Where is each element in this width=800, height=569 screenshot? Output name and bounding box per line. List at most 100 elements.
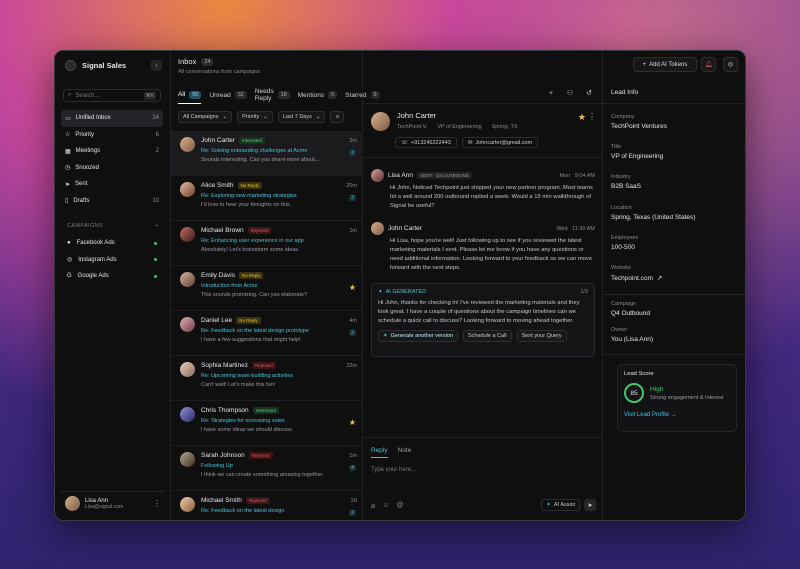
website-link[interactable]: Techpoint.com xyxy=(611,275,653,282)
clock-icon: ◷ xyxy=(65,165,71,172)
list-item[interactable]: Emily Davis No Reply Introduction from Acm… xyxy=(171,266,363,311)
sidebar-item-unified-inbox[interactable]: ▭ Unified Inbox 24 xyxy=(61,110,163,127)
inbox-title: Inbox xyxy=(178,57,197,66)
status-badge: Rejected xyxy=(245,497,270,504)
unread-count: 2 xyxy=(348,330,356,336)
ai-assist-button[interactable]: ✦ AI Assist xyxy=(541,499,580,511)
message-body: Hi Lisa, hope you're well! Just followin… xyxy=(390,238,593,271)
avatar xyxy=(371,169,384,182)
status-badge: No Reply xyxy=(237,182,263,189)
camera-icon[interactable]: ◎ xyxy=(723,57,738,72)
sidebar-item-priority[interactable]: ☆ Priority 6 xyxy=(61,127,163,144)
add-ai-tokens-button[interactable]: + Add AI Tokens xyxy=(633,57,697,72)
filter-icon[interactable]: ≡ xyxy=(330,111,345,123)
tab-needs-reply[interactable]: Needs Reply 18 xyxy=(255,88,290,106)
composer-tabs: Reply Note xyxy=(371,447,411,458)
phone-chip[interactable]: ☏ +913245222443 xyxy=(395,137,457,148)
list-item[interactable]: Michael Brown Rejected 1m Re: Enhancing use… xyxy=(171,221,363,266)
arrow-right-icon: → xyxy=(670,412,677,418)
user-email: Lisa@signal.com xyxy=(85,503,124,510)
date-range-filter[interactable]: Last 7 Days ⌄ xyxy=(277,111,326,123)
sidebar-item-sent[interactable]: ➤ Sent xyxy=(61,176,163,193)
lead-field-location: Location Spring, Texas (United States) xyxy=(611,205,696,221)
inbox-subtitle: All conversations from campaigns xyxy=(178,69,261,75)
mention-icon[interactable]: @ xyxy=(396,502,403,510)
search-input[interactable]: ⌕ Search... ⌘K xyxy=(63,89,161,102)
tab-reply[interactable]: Reply xyxy=(371,447,388,458)
calendar-icon: ▦ xyxy=(65,148,71,155)
notification-icon[interactable]: 🔔︎ xyxy=(701,57,716,72)
add-icon[interactable]: + xyxy=(546,88,556,98)
brand[interactable]: Signal Sales xyxy=(65,60,126,71)
sidebar: Signal Sales ‹ ⌕ Search... ⌘K ▭ Unified Inb… xyxy=(55,51,171,520)
send-icon: ➤ xyxy=(65,181,71,188)
emoji-icon[interactable]: ☺ xyxy=(382,502,389,510)
star-icon[interactable]: ★ xyxy=(578,112,586,123)
ai-suggestion-card: ✦ AI GENERATED 1/3 Hi John, thanks for che… xyxy=(371,283,595,357)
list-item[interactable]: Sarah Johnson Rejected 1m Following Up I thi… xyxy=(171,446,363,491)
list-item[interactable]: Chris Thompson Interested Re: Strategies f… xyxy=(171,401,363,446)
priority-filter[interactable]: Priority ⌄ xyxy=(237,111,273,123)
star-icon[interactable]: ★ xyxy=(349,418,356,427)
campaign-facebook-ads[interactable]: ● Facebook Ads xyxy=(63,235,161,252)
avatar xyxy=(180,137,195,152)
email-chip[interactable]: ✉ Johncarter@gmail.com xyxy=(461,137,539,148)
reply-input[interactable]: Type your here... xyxy=(371,467,416,473)
inbox-tabs: All 56 Unread 32 Needs Reply 18 Mentions 5 S… xyxy=(178,88,380,106)
lead-score-title: Lead Score xyxy=(624,371,654,377)
visit-lead-profile-link[interactable]: Visit Lead Profile → xyxy=(624,412,730,418)
add-campaign-icon[interactable]: + xyxy=(155,223,159,229)
user-profile[interactable]: Lisa Ann Lisa@signal.com ⋮ xyxy=(61,491,165,515)
lead-field-employees: Employees 100-500 xyxy=(611,235,639,251)
instagram-icon: ◎ xyxy=(67,257,73,264)
active-dot xyxy=(154,274,157,278)
unread-count: 2 xyxy=(348,510,356,516)
sidebar-item-meetings[interactable]: ▦ Meetings 2 xyxy=(61,143,163,160)
more-icon[interactable]: ⋮ xyxy=(588,112,596,121)
star-icon[interactable]: ★ xyxy=(349,283,356,292)
sidebar-item-snoozed[interactable]: ◷ Snoozed xyxy=(61,160,163,177)
tab-all[interactable]: All 56 xyxy=(178,90,202,104)
list-item[interactable]: John Carter Interested 2m Re: Solving onboa… xyxy=(171,131,363,176)
list-item[interactable]: Michael Smith Rejected 2d Re: Feedback on t… xyxy=(171,491,363,520)
campaign-filter[interactable]: All Campaigns ⌄ xyxy=(178,111,233,123)
attach-icon[interactable]: ⌀ xyxy=(371,502,375,510)
facebook-icon: ● xyxy=(67,240,71,247)
history-icon[interactable]: ↺ xyxy=(584,88,594,98)
assign-user-icon[interactable]: ⚇ xyxy=(565,88,575,98)
lead-field-website: Website Techpoint.com ↗ xyxy=(611,265,663,282)
avatar xyxy=(180,452,195,467)
send-query-button[interactable]: Sent your Query xyxy=(516,330,567,342)
lead-info-panel: + Add AI Tokens 🔔︎ ◎ Lead Info Company Tec… xyxy=(603,51,745,520)
list-item[interactable]: Alice Smith No Reply 20m Re: Exploring new … xyxy=(171,176,363,221)
send-button[interactable]: ➤ xyxy=(584,499,596,511)
schedule-call-button[interactable]: Schedule a Call xyxy=(462,330,512,342)
sidebar-nav: ▭ Unified Inbox 24 ☆ Priority 6 ▦ Meetings 2 ◷… xyxy=(61,110,163,209)
tab-unread[interactable]: Unread 32 xyxy=(209,91,247,103)
campaign-google-ads[interactable]: G Google Ads xyxy=(63,268,161,285)
tab-note[interactable]: Note xyxy=(398,447,412,458)
status-badge: Rejected xyxy=(251,362,276,369)
lead-field-owner: Owner You (Lisa Ann) xyxy=(611,327,654,343)
lead-score-ring: 85 xyxy=(624,383,644,403)
collapse-sidebar-icon[interactable]: ‹ xyxy=(151,60,162,71)
list-item[interactable]: Daniel Lee No Reply 4m Re: Feedback on the … xyxy=(171,311,363,356)
status-badge: Interested xyxy=(238,137,265,144)
divider xyxy=(603,294,745,295)
avatar xyxy=(65,496,80,511)
campaign-instagram-ads[interactable]: ◎ Instagram Ads xyxy=(63,252,161,269)
message-body: Hi John, Noticed Techpoint just shipped … xyxy=(390,185,593,209)
divider xyxy=(363,103,602,104)
generate-another-button[interactable]: ✦ Generate another version xyxy=(378,330,458,342)
external-link-icon[interactable]: ↗ xyxy=(657,274,662,282)
brand-name: Signal Sales xyxy=(82,61,127,70)
active-dot xyxy=(154,258,157,262)
more-icon[interactable]: ⋮ xyxy=(153,499,161,508)
divider xyxy=(363,157,602,158)
tab-mentions[interactable]: Mentions 5 xyxy=(298,91,338,103)
list-item[interactable]: Sophia Martinez Rejected 22m Re: Upcoming t… xyxy=(171,356,363,401)
sidebar-item-drafts[interactable]: ▯ Drafts 10 xyxy=(61,193,163,210)
suggestion-pager[interactable]: 1/3 xyxy=(580,289,588,295)
avatar xyxy=(180,227,195,242)
app-window: Signal Sales ‹ ⌕ Search... ⌘K ▭ Unified Inb… xyxy=(54,50,746,521)
